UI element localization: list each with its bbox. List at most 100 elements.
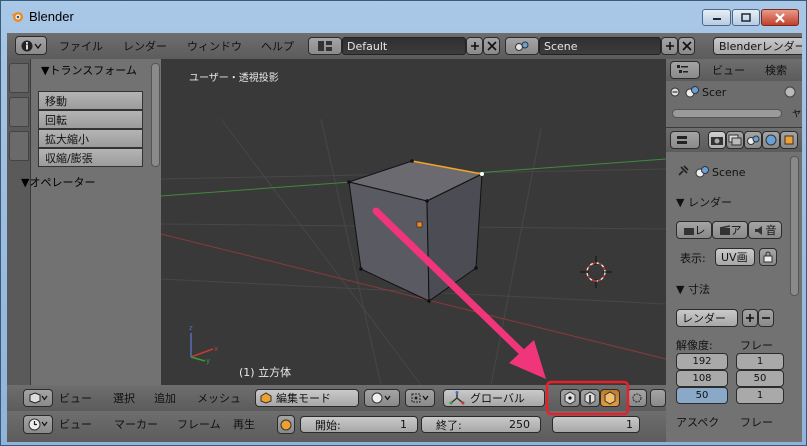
display-label: 表示: <box>680 252 706 265</box>
clapper-icon <box>719 224 730 235</box>
tab-create[interactable] <box>9 97 29 127</box>
edge-select-button[interactable] <box>580 389 600 407</box>
object-tab[interactable] <box>780 131 798 149</box>
rotate-button[interactable]: 回転 <box>38 110 143 129</box>
scale-button[interactable]: 拡大縮小 <box>38 129 143 148</box>
menu-window[interactable]: ウィンドウ <box>187 33 242 59</box>
remove-preset-button[interactable] <box>758 309 774 327</box>
pivot-point-selector[interactable] <box>405 389 435 407</box>
face-select-button[interactable] <box>600 389 620 407</box>
screen-layout-selector[interactable] <box>308 37 342 55</box>
add-scene-button[interactable] <box>661 37 678 55</box>
plus-icon <box>665 42 674 50</box>
proportional-edit-button[interactable] <box>650 389 666 407</box>
outliner-scrollbar[interactable] <box>672 109 782 118</box>
menu-frame[interactable]: フレーム <box>177 411 221 437</box>
frame-end-field[interactable]: 50 <box>736 370 784 387</box>
transform-panel-header[interactable]: ▼トランスフォーム <box>41 62 137 78</box>
tool-shelf: ▼トランスフォーム 移動 回転 拡大縮小 収縮/膨張 ▼オペレーター <box>7 59 161 385</box>
viewport-shading-selector[interactable] <box>364 389 400 407</box>
shrink-fatten-button[interactable]: 収縮/膨張 <box>38 148 143 167</box>
menu-marker[interactable]: マーカー <box>114 411 158 437</box>
cube-mesh[interactable] <box>347 159 484 303</box>
render-animation-button[interactable]: ア <box>712 221 748 239</box>
pivot-icon <box>411 393 429 403</box>
transform-orientation-selector[interactable]: グローバル <box>443 389 545 407</box>
tab-tools[interactable] <box>9 63 29 93</box>
vertex-select-button[interactable] <box>560 389 580 407</box>
resolution-y-value: 108 <box>692 373 712 384</box>
current-frame-field[interactable]: 1 <box>552 416 640 433</box>
tool-shelf-scrollbar[interactable] <box>151 63 160 167</box>
outliner-menu-view[interactable]: ビュー <box>712 59 745 81</box>
menu-view[interactable]: ビュー <box>59 385 92 411</box>
mode-label: 編集モード <box>276 392 331 405</box>
translate-label: 移動 <box>45 94 67 108</box>
render-preset-selector[interactable]: レンダー <box>676 309 738 327</box>
world-tab[interactable] <box>762 131 780 149</box>
pin-icon[interactable] <box>676 164 690 178</box>
menu-add[interactable]: 追加 <box>154 385 176 411</box>
render-image-button[interactable]: レ <box>676 221 712 239</box>
menu-help[interactable]: ヘルプ <box>261 33 294 59</box>
menu-select[interactable]: 選択 <box>113 385 135 411</box>
render-engine-selector[interactable]: Blenderレンダー <box>713 37 802 55</box>
cube-editor-icon <box>29 392 48 404</box>
maximize-icon <box>741 13 751 22</box>
lock-interface-button[interactable] <box>759 248 777 266</box>
operator-panel-header[interactable]: ▼オペレーター <box>21 174 95 190</box>
3d-viewport[interactable]: z x y ユーザー・透視投影 (1) 立方体 <box>161 59 666 385</box>
collapse-minus-icon[interactable] <box>670 87 680 97</box>
editor-type-button[interactable] <box>23 389 53 407</box>
frame-step-field[interactable]: 1 <box>736 387 784 404</box>
render-panel-header[interactable]: ▼ レンダー <box>676 194 732 210</box>
properties-scrollbar[interactable] <box>790 156 799 296</box>
resolution-percent-field[interactable]: 50 <box>676 387 728 404</box>
render-tab[interactable] <box>708 131 726 149</box>
menu-mesh[interactable]: メッシュ <box>197 385 241 411</box>
minimize-button[interactable] <box>702 9 731 26</box>
menu-file[interactable]: ファイル <box>59 33 103 59</box>
render-audio-button[interactable]: 音 <box>748 221 782 239</box>
frame-start-field[interactable]: 1 <box>736 353 784 370</box>
visibility-icon[interactable] <box>784 86 796 98</box>
editor-type-button[interactable] <box>23 415 53 434</box>
mode-selector[interactable]: 編集モード <box>255 389 359 407</box>
resolution-label: 解像度: <box>676 339 713 352</box>
object-icon <box>784 135 794 145</box>
scene-field[interactable]: Scene <box>539 37 661 55</box>
limit-selection-button[interactable] <box>627 389 647 407</box>
menu-view[interactable]: ビュー <box>59 411 92 437</box>
editor-type-button[interactable] <box>670 61 700 79</box>
add-preset-button[interactable] <box>742 309 758 327</box>
plus-icon <box>746 314 754 322</box>
add-screen-button[interactable] <box>466 37 483 55</box>
start-frame-field[interactable]: 開始: 1 <box>300 416 418 433</box>
close-button[interactable] <box>761 9 799 26</box>
outliner-scene-item[interactable]: Scer <box>702 86 726 99</box>
resolution-x-field[interactable]: 192 <box>676 353 728 370</box>
render-layers-tab[interactable] <box>726 131 744 149</box>
preview-range-button[interactable] <box>277 415 295 434</box>
remove-scene-button[interactable] <box>678 37 695 55</box>
menu-render[interactable]: レンダー <box>123 33 167 59</box>
remove-screen-button[interactable] <box>483 37 500 55</box>
editor-type-button[interactable] <box>670 131 700 149</box>
end-frame-label: 終了: <box>436 418 462 432</box>
scene-selector[interactable] <box>505 37 539 55</box>
menu-playback[interactable]: 再生 <box>233 411 255 437</box>
window-title: Blender <box>29 9 74 24</box>
translate-button[interactable]: 移動 <box>38 91 143 110</box>
dimensions-panel-header[interactable]: ▼ 寸法 <box>676 281 710 297</box>
3d-cursor-icon[interactable] <box>580 256 612 288</box>
maximize-button[interactable] <box>732 9 760 26</box>
display-selector[interactable]: UV画 <box>715 248 755 266</box>
end-frame-field[interactable]: 終了: 250 <box>421 416 541 433</box>
resolution-y-field[interactable]: 108 <box>676 370 728 387</box>
scene-tab[interactable] <box>744 131 762 149</box>
tab-shading[interactable] <box>9 131 29 161</box>
screen-layout-field[interactable]: Default <box>342 37 466 55</box>
render-preset-label: レンダー <box>682 312 726 325</box>
outliner-menu-search[interactable]: 検索 <box>765 59 787 81</box>
editor-type-button[interactable] <box>15 36 47 55</box>
